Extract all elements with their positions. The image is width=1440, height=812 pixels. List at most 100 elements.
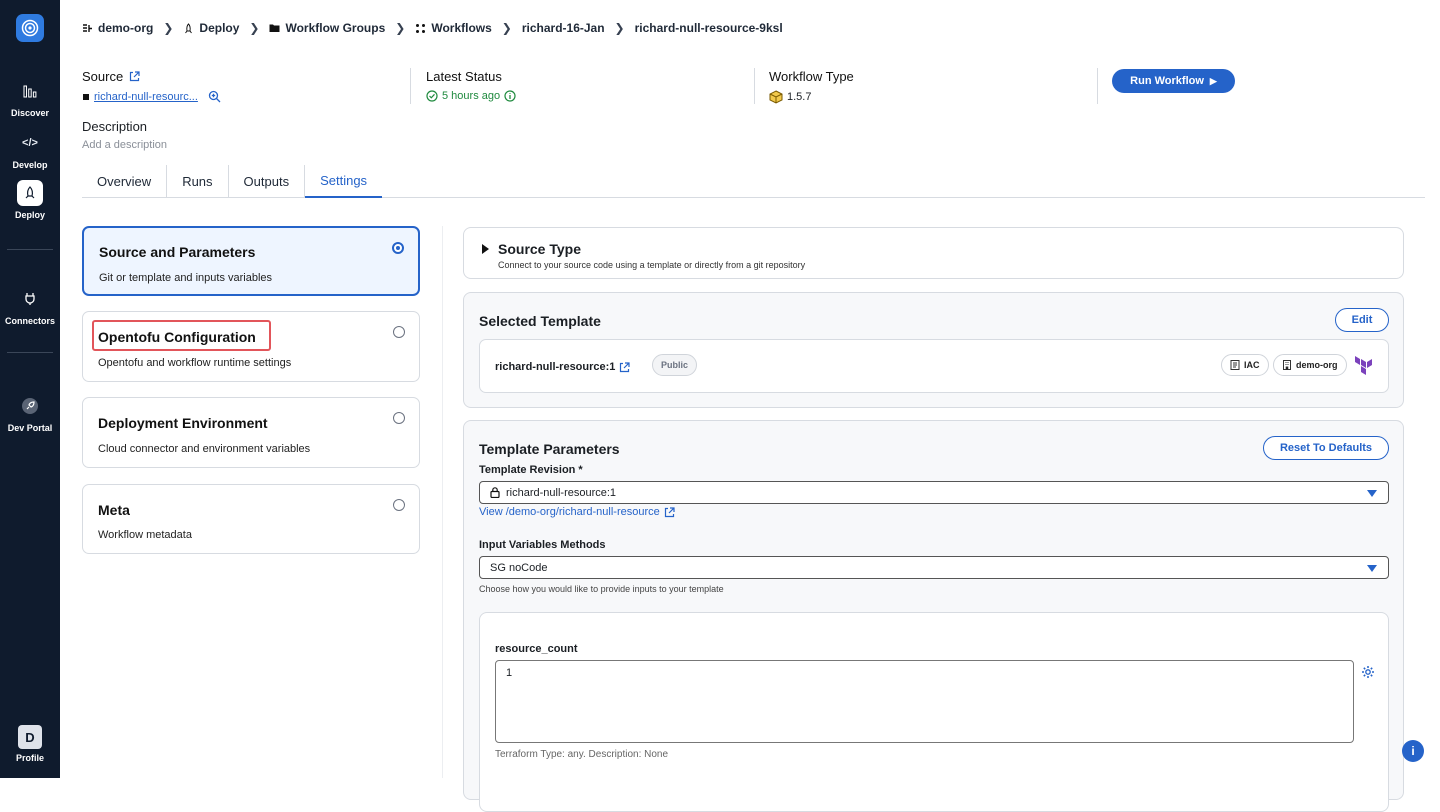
org-tag: demo-org [1273,354,1347,376]
template-revision-select[interactable]: richard-null-resource:1 [479,481,1389,504]
nav-connectors-label: Connectors [4,316,55,326]
external-link-icon[interactable] [129,71,140,82]
tab-outputs[interactable]: Outputs [229,165,306,198]
nav-develop[interactable]: </> Develop [0,130,60,170]
help-button[interactable]: i [1402,740,1424,762]
breadcrumb-org-label: demo-org [98,21,154,35]
source-label: Source [82,69,124,84]
gear-icon[interactable] [1361,665,1375,679]
chart-icon [17,78,43,104]
chevron-right-icon: ❯ [395,21,406,35]
breadcrumb-workflows[interactable]: Workflows [415,21,492,35]
edit-button[interactable]: Edit [1335,308,1389,332]
external-link-icon[interactable] [619,361,631,373]
workflow-icon [416,23,426,33]
chevron-right-icon: ❯ [163,21,174,35]
run-workflow-label: Run Workflow [1130,75,1204,87]
nav-develop-label: Develop [12,160,48,170]
latest-status-value: 5 hours ago [442,90,501,102]
package-icon [769,90,783,104]
template-revision-label: Template Revision * [479,464,583,476]
source-type-panel[interactable]: Source Type Connect to your source code … [463,227,1404,279]
breadcrumb-workflow-group-item[interactable]: richard-16-Jan [522,21,605,35]
chevron-right-icon: ❯ [249,21,260,35]
radio[interactable] [393,326,405,338]
template-name: richard-null-resource:1 [495,361,616,373]
terraform-icon [1355,356,1372,375]
nav-deploy-label: Deploy [14,210,45,220]
selected-template-title: Selected Template [479,313,601,329]
tab-settings[interactable]: Settings [305,165,383,198]
nav-dev-portal-label: Dev Portal [7,423,53,433]
building-icon [1283,360,1291,370]
deploy-icon [185,22,193,33]
chevron-right-icon: ❯ [501,21,512,35]
nav-connectors[interactable]: Connectors [0,286,60,326]
settings-card-source-parameters[interactable]: Source and Parameters Git or template an… [82,226,420,296]
tab-overview[interactable]: Overview [82,165,168,198]
settings-card-deployment-environment[interactable]: Deployment Environment Cloud connector a… [82,397,420,468]
check-circle-icon [426,90,438,102]
input-methods-select[interactable]: SG noCode [479,556,1389,579]
info-icon[interactable] [504,90,516,102]
info-icon: i [1411,744,1415,758]
nav-profile-label: Profile [15,753,44,763]
org-tag-label: demo-org [1296,360,1338,370]
workflow-type-info: Workflow Type 1.5.7 [769,69,854,104]
breadcrumb-current-label: richard-null-resource-9ksl [634,21,783,35]
settings-card-title: Meta [98,502,130,518]
column-divider [442,226,443,778]
description-label: Description [82,119,148,134]
plug-icon [17,286,43,312]
zoom-in-icon[interactable] [208,90,221,103]
input-methods-hint: Choose how you would like to provide inp… [479,584,724,594]
variable-name: resource_count [495,643,578,655]
settings-card-title: Source and Parameters [99,244,256,260]
logo-icon [21,19,39,37]
deploy-icon [17,180,43,206]
view-template-link[interactable]: View /demo-org/richard-null-resource [479,506,675,518]
lock-icon [490,487,500,498]
workflow-type-value: 1.5.7 [787,91,812,103]
variable-help: Terraform Type: any. Description: None [495,749,669,760]
breadcrumb-deploy[interactable]: Deploy [183,21,239,35]
settings-card-subtitle: Cloud connector and environment variable… [98,443,311,455]
nav-discover[interactable]: Discover [0,78,60,118]
radio[interactable] [393,499,405,511]
breadcrumb-workflow-groups[interactable]: Workflow Groups [269,21,385,35]
avatar: D [18,725,42,749]
expand-triangle-icon[interactable] [482,244,489,254]
settings-card-opentofu-configuration[interactable]: Opentofu Configuration Opentofu and work… [82,311,420,382]
latest-status-info: Latest Status 5 hours ago [426,69,516,102]
template-row: richard-null-resource:1 Public IAC demo-… [479,339,1389,393]
settings-card-meta[interactable]: Meta Workflow metadata [82,484,420,554]
source-info: Source richard-null-resourc... [82,69,221,103]
view-template-link-label: View /demo-org/richard-null-resource [479,506,660,518]
workflow-type-label: Workflow Type [769,69,854,84]
settings-card-subtitle: Workflow metadata [98,529,192,541]
input-methods-label: Input Variables Methods [479,539,606,551]
nav-profile[interactable]: D Profile [0,725,60,763]
run-workflow-button[interactable]: Run Workflow ▶ [1112,69,1235,93]
radio[interactable] [393,412,405,424]
folder-icon [269,24,280,32]
nav-dev-portal[interactable]: Dev Portal [0,393,60,433]
breadcrumb: demo-org ❯ Deploy ❯ Workflow Groups ❯ Wo… [82,21,783,35]
reset-defaults-button[interactable]: Reset To Defaults [1263,436,1389,460]
tab-runs[interactable]: Runs [167,165,229,198]
nav-deploy[interactable]: Deploy [0,180,60,220]
iac-tag-label: IAC [1244,360,1260,370]
repo-icon [83,93,89,100]
resource-count-textarea[interactable]: 1 [495,660,1354,743]
rail-divider [7,352,53,353]
public-badge: Public [652,354,698,376]
source-link[interactable]: richard-null-resourc... [94,91,198,103]
left-rail: Discover </> Develop Deploy Connectors D… [0,0,60,778]
breadcrumb-org[interactable]: demo-org [82,21,153,35]
settings-card-subtitle: Git or template and inputs variables [99,272,273,284]
app-logo[interactable] [16,14,44,42]
description-input[interactable]: Add a description [82,139,167,151]
radio-selected[interactable] [392,242,404,254]
variable-card: resource_count 1 Terraform Type: any. De… [479,612,1389,812]
code-icon: </> [22,137,38,149]
